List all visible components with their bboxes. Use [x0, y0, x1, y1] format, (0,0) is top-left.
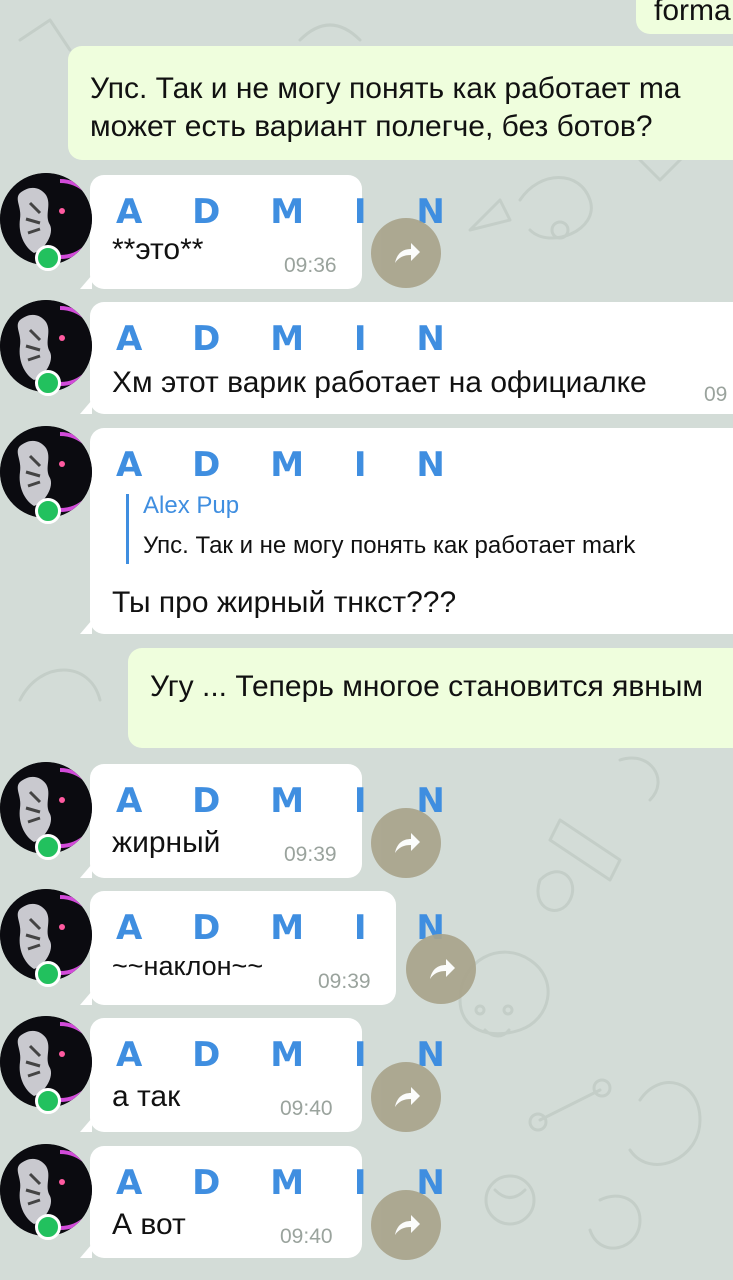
message-time: 09:40	[280, 1097, 333, 1120]
online-status-dot	[35, 1214, 61, 1240]
share-arrow-icon	[395, 243, 420, 263]
online-status-dot	[35, 498, 61, 524]
incoming-message[interactable]: A D M I N ~~наклон~~ 09:39	[0, 889, 445, 1005]
outgoing-message[interactable]: Угу ... Теперь многое становится явным	[128, 648, 733, 748]
message-text: **это**	[112, 233, 204, 266]
share-arrow-icon	[395, 1087, 420, 1107]
incoming-message[interactable]: A D M I N Alex Pup Упс. Так и не могу по…	[0, 426, 733, 634]
outgoing-message[interactable]: forma	[636, 0, 733, 34]
forward-button[interactable]	[371, 1062, 441, 1132]
message-time: 09	[704, 383, 728, 406]
forward-button[interactable]	[371, 218, 441, 288]
incoming-message[interactable]: A D M I N жирный 09:39	[0, 762, 445, 878]
sender-name[interactable]: A D M I N	[116, 322, 464, 356]
forward-button[interactable]	[406, 934, 476, 1004]
forward-button[interactable]	[371, 808, 441, 878]
message-text: жирный	[112, 826, 221, 859]
online-status-dot	[35, 834, 61, 860]
online-status-dot	[35, 961, 61, 987]
share-arrow-icon	[395, 1215, 420, 1235]
message-text: Ты про жирный тнкст???	[112, 586, 457, 619]
message-time: 09:40	[280, 1225, 333, 1248]
message-text: Хм этот варик работает на официалке	[112, 366, 647, 399]
message-time: 09:39	[318, 970, 371, 993]
message-text: ~~наклон~~	[112, 951, 264, 981]
sender-name[interactable]: A D M I N	[116, 448, 464, 482]
outgoing-message[interactable]: Упс. Так и не могу понять как работает m…	[68, 46, 733, 160]
online-status-dot	[35, 1088, 61, 1114]
message-text-line2: может есть вариант полегче, без ботов?	[90, 110, 653, 143]
incoming-message[interactable]: A D M I N а так 09:40	[0, 1016, 445, 1132]
reply-quoted-text: Упс. Так и не могу понять как работает m…	[143, 532, 636, 559]
message-list[interactable]: forma Упс. Так и не могу понять как рабо…	[0, 0, 733, 1280]
share-arrow-icon	[430, 959, 455, 979]
incoming-message[interactable]: A D M I N Хм этот варик работает на офиц…	[0, 300, 733, 414]
share-arrow-icon	[395, 833, 420, 853]
incoming-message[interactable]: A D M I N А вот 09:40	[0, 1144, 445, 1258]
online-status-dot	[35, 245, 61, 271]
message-time: 09:36	[284, 254, 337, 277]
message-text: А вот	[112, 1208, 186, 1241]
message-text-line1: Упс. Так и не могу понять как работает m…	[90, 72, 681, 105]
sender-name[interactable]: A D M I N	[116, 911, 464, 945]
incoming-message[interactable]: A D M I N **это** 09:36	[0, 173, 445, 289]
reply-sender-name: Alex Pup	[143, 492, 240, 519]
message-text: Угу ... Теперь многое становится явным	[150, 670, 704, 703]
message-time: 09:39	[284, 843, 337, 866]
message-text: forma	[654, 0, 731, 27]
online-status-dot	[35, 370, 61, 396]
message-text: а так	[112, 1080, 181, 1113]
reply-quote[interactable]: Alex Pup Упс. Так и не могу понять как р…	[126, 494, 635, 564]
forward-button[interactable]	[371, 1190, 441, 1260]
